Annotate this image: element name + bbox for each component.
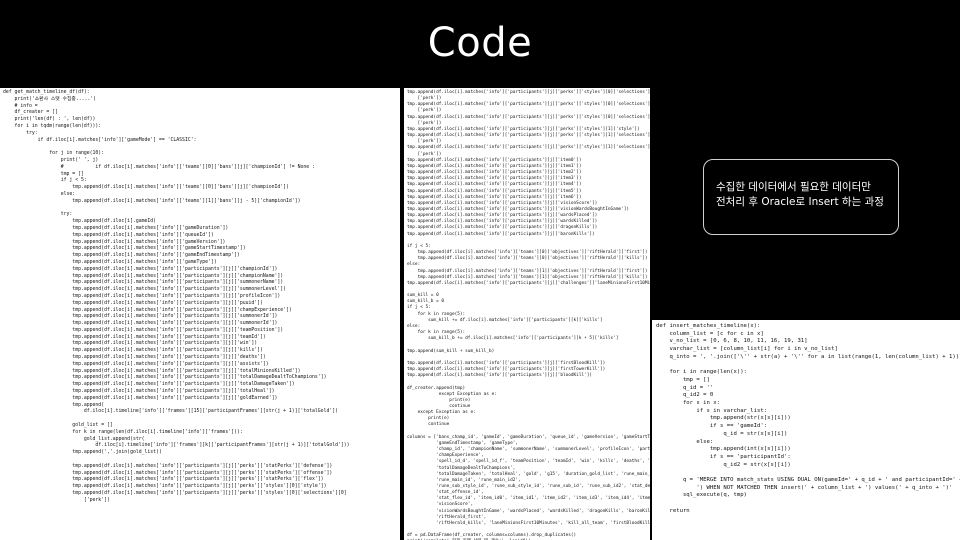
description-callout: 수집한 데이터에서 필요한 데이터만 전처리 후 Oracle로 Insert … [703, 159, 899, 235]
callout-line-1: 수집한 데이터에서 필요한 데이터만 [716, 181, 871, 193]
callout-line-2: 전처리 후 Oracle로 Insert 하는 과정 [716, 196, 884, 208]
slide-title: Code [427, 20, 533, 66]
code-screenshot-right: def insert_matches_timeline(x): column_l… [652, 320, 960, 540]
code-block-left: def get_match_timeline_df(df): print('소환… [3, 90, 350, 503]
code-screenshot-middle: tmp.append(df.iloc[i].matches['info']['p… [404, 88, 650, 540]
code-block-middle: tmp.append(df.iloc[i].matches['info']['p… [407, 90, 650, 540]
code-screenshot-left: def get_match_timeline_df(df): print('소환… [0, 88, 400, 540]
code-block-right: def insert_matches_timeline(x): column_l… [656, 323, 960, 514]
